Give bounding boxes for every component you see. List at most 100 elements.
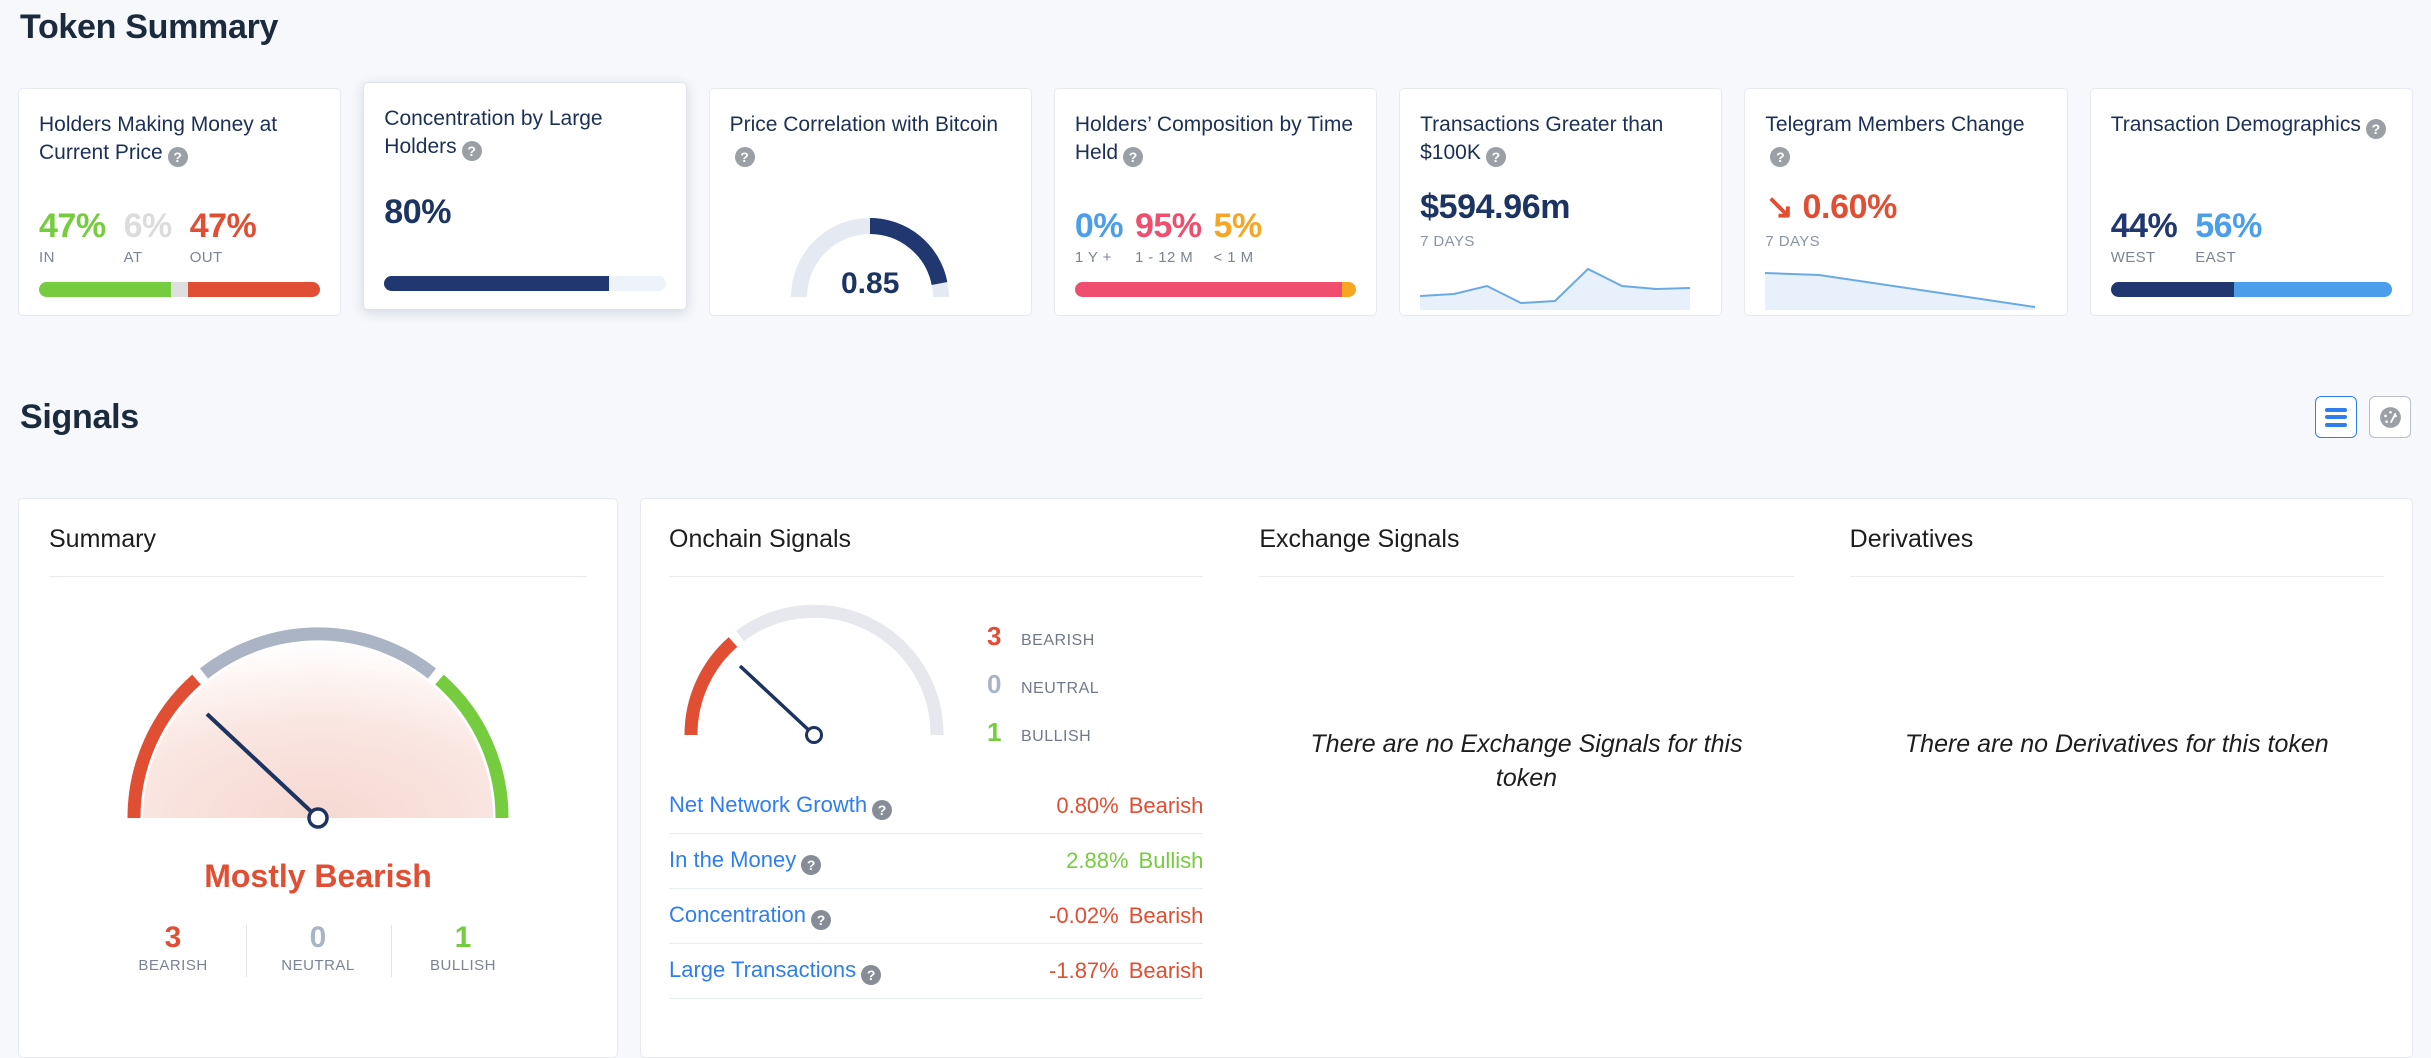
divider: [49, 576, 587, 577]
panel-title: Summary: [49, 525, 156, 553]
sparkline-svg: [1765, 272, 2036, 310]
signal-name[interactable]: Net Network Growth?: [669, 792, 893, 820]
bar-segment-east: [2234, 282, 2392, 297]
signal-values: -1.87% Bearish: [1049, 958, 1203, 984]
stat-label: 1 Y +: [1074, 249, 1112, 266]
signal-verdict: Bullish: [1138, 848, 1204, 873]
list-view-icon: [2325, 404, 2347, 430]
count-number: 0: [309, 921, 327, 954]
legend-label: BEARISH: [1021, 632, 1095, 649]
card-body: 0% 1 Y + 95% 1 - 12 M 5% < 1 M: [1074, 209, 1357, 297]
help-icon[interactable]: ?: [801, 855, 822, 875]
panel-title: Derivatives: [1849, 525, 1974, 553]
card-telegram-members-change[interactable]: Telegram Members Change? ↘ 0.60% 7 DAYS: [1744, 88, 2068, 316]
help-icon[interactable]: ?: [1485, 147, 1506, 168]
stat-label: IN: [39, 249, 55, 266]
panel-title: Exchange Signals: [1259, 525, 1460, 553]
bar-segment-out: [188, 282, 321, 297]
correlation-gauge: 0.85: [785, 205, 955, 300]
gauge-svg: [127, 627, 509, 829]
card-holders-composition-time-held[interactable]: Holders’ Composition by Time Held? 0% 1 …: [1053, 88, 1378, 316]
help-icon[interactable]: ?: [1123, 147, 1144, 168]
signal-verdict: Bearish: [1128, 903, 1204, 928]
card-price-correlation-bitcoin[interactable]: Price Correlation with Bitcoin? 0.85: [708, 88, 1032, 316]
card-holders-making-money[interactable]: Holders Making Money at Current Price? 4…: [18, 88, 342, 316]
help-icon[interactable]: ?: [1770, 147, 1791, 168]
stat-value: 5%: [1213, 207, 1263, 246]
stat-label: OUT: [189, 249, 223, 266]
panel-exchange-signals: Exchange Signals There are no Exchange S…: [1231, 525, 1821, 1057]
legend-number: 0: [987, 669, 1002, 699]
stat-west: 44% WEST: [2111, 209, 2178, 266]
bar-segment-filled: [384, 276, 610, 291]
help-icon[interactable]: ?: [461, 141, 482, 162]
card-body: $594.96m 7 DAYS: [1420, 188, 1701, 315]
metric-period: 7 DAYS: [1420, 233, 1475, 250]
stat-value: 47%: [189, 207, 257, 246]
sparkline-svg: [1420, 267, 1691, 310]
legend-number: 1: [987, 717, 1002, 747]
signal-name[interactable]: Large Transactions?: [669, 957, 882, 985]
card-transactions-over-100k[interactable]: Transactions Greater than $100K? $594.96…: [1399, 88, 1723, 316]
signal-name[interactable]: Concentration?: [669, 902, 831, 930]
stat-1-12m: 95% 1 - 12 M: [1135, 209, 1202, 266]
panel-derivatives: Derivatives There are no Derivatives for…: [1822, 525, 2412, 1057]
onchain-signal-list: Net Network Growth? 0.80% Bearish In the …: [669, 779, 1204, 999]
stat-group: 0% 1 Y + 95% 1 - 12 M 5% < 1 M: [1075, 209, 1356, 266]
signal-percent: -1.87%: [1049, 958, 1119, 983]
help-icon[interactable]: ?: [861, 965, 882, 985]
signal-percent: -0.02%: [1049, 903, 1119, 928]
signal-values: -0.02% Bearish: [1049, 903, 1203, 929]
panel-onchain-signals: Onchain Signals 3 BEARISH 0 NEUTRAL 1 BU…: [641, 525, 1231, 1057]
count-bearish: 3 BEARISH: [101, 921, 246, 974]
list-view-button[interactable]: [2315, 396, 2357, 438]
panel-title: Onchain Signals: [669, 525, 852, 553]
signal-name[interactable]: In the Money?: [669, 847, 822, 875]
divider: [1849, 576, 2384, 577]
stat-out: 47% OUT: [190, 209, 257, 266]
onchain-gauge: [669, 595, 969, 752]
gauge-view-button[interactable]: [2369, 396, 2411, 438]
token-summary-page: Token Summary Holders Making Money at Cu…: [0, 0, 2431, 1058]
legend-number: 3: [987, 621, 1002, 651]
card-title: Holders’ Composition by Time Held?: [1074, 113, 1354, 168]
token-summary-cards: Holders Making Money at Current Price? 4…: [18, 82, 2413, 316]
help-icon[interactable]: ?: [2365, 119, 2386, 139]
stat-value: 0%: [1074, 207, 1124, 246]
stat-label: WEST: [2110, 249, 2156, 266]
card-transaction-demographics[interactable]: Transaction Demographics? 44% WEST 56% E…: [2089, 88, 2413, 316]
stat-value: 56%: [2195, 207, 2262, 246]
help-icon[interactable]: ?: [810, 910, 831, 930]
card-concentration-large-holders[interactable]: Concentration by Large Holders? 80%: [363, 82, 687, 310]
gauge-view-icon: [2379, 406, 2401, 428]
bar-segment-under-1m: [1342, 282, 1357, 297]
help-icon[interactable]: ?: [167, 147, 188, 168]
signal-verdict: Bearish: [1128, 958, 1204, 983]
transactions-sparkline: [1420, 260, 1701, 315]
card-title: Transaction Demographics?: [2111, 111, 2392, 139]
summary-gauge: [103, 603, 533, 848]
card-title: Price Correlation with Bitcoin?: [729, 113, 998, 168]
metric-value: $594.96m: [1420, 188, 1571, 226]
bar-segment-west: [2110, 282, 2235, 297]
onchain-gauge-area: 3 BEARISH 0 NEUTRAL 1 BULLISH: [669, 595, 1203, 765]
signal-label: Net Network Growth: [669, 792, 868, 817]
card-title: Transactions Greater than $100K?: [1420, 113, 1664, 168]
view-toggle-group: [2315, 396, 2411, 438]
stat-under-1m: 5% < 1 M: [1213, 207, 1263, 266]
legend-bullish: 1 BULLISH: [987, 717, 1099, 748]
onchain-legend: 3 BEARISH 0 NEUTRAL 1 BULLISH: [987, 621, 1099, 765]
stat-value: 44%: [2110, 207, 2178, 246]
stat-label: < 1 M: [1213, 249, 1254, 266]
panel-summary: Summary Mostly Bearish 3 BEARISH 0 NEUTR…: [18, 498, 618, 1058]
help-icon[interactable]: ?: [872, 800, 893, 820]
stat-in: 47% IN: [39, 209, 106, 266]
legend-bearish: 3 BEARISH: [987, 621, 1099, 652]
signal-label: Concentration: [669, 902, 806, 927]
count-label: NEUTRAL: [281, 957, 355, 974]
help-icon[interactable]: ?: [734, 147, 755, 168]
stat-label: EAST: [2195, 249, 2237, 266]
card-body: 44% WEST 56% EAST: [2110, 207, 2392, 297]
signals-title: Signals: [20, 398, 139, 436]
gauge-value: 0.85: [841, 267, 900, 300]
